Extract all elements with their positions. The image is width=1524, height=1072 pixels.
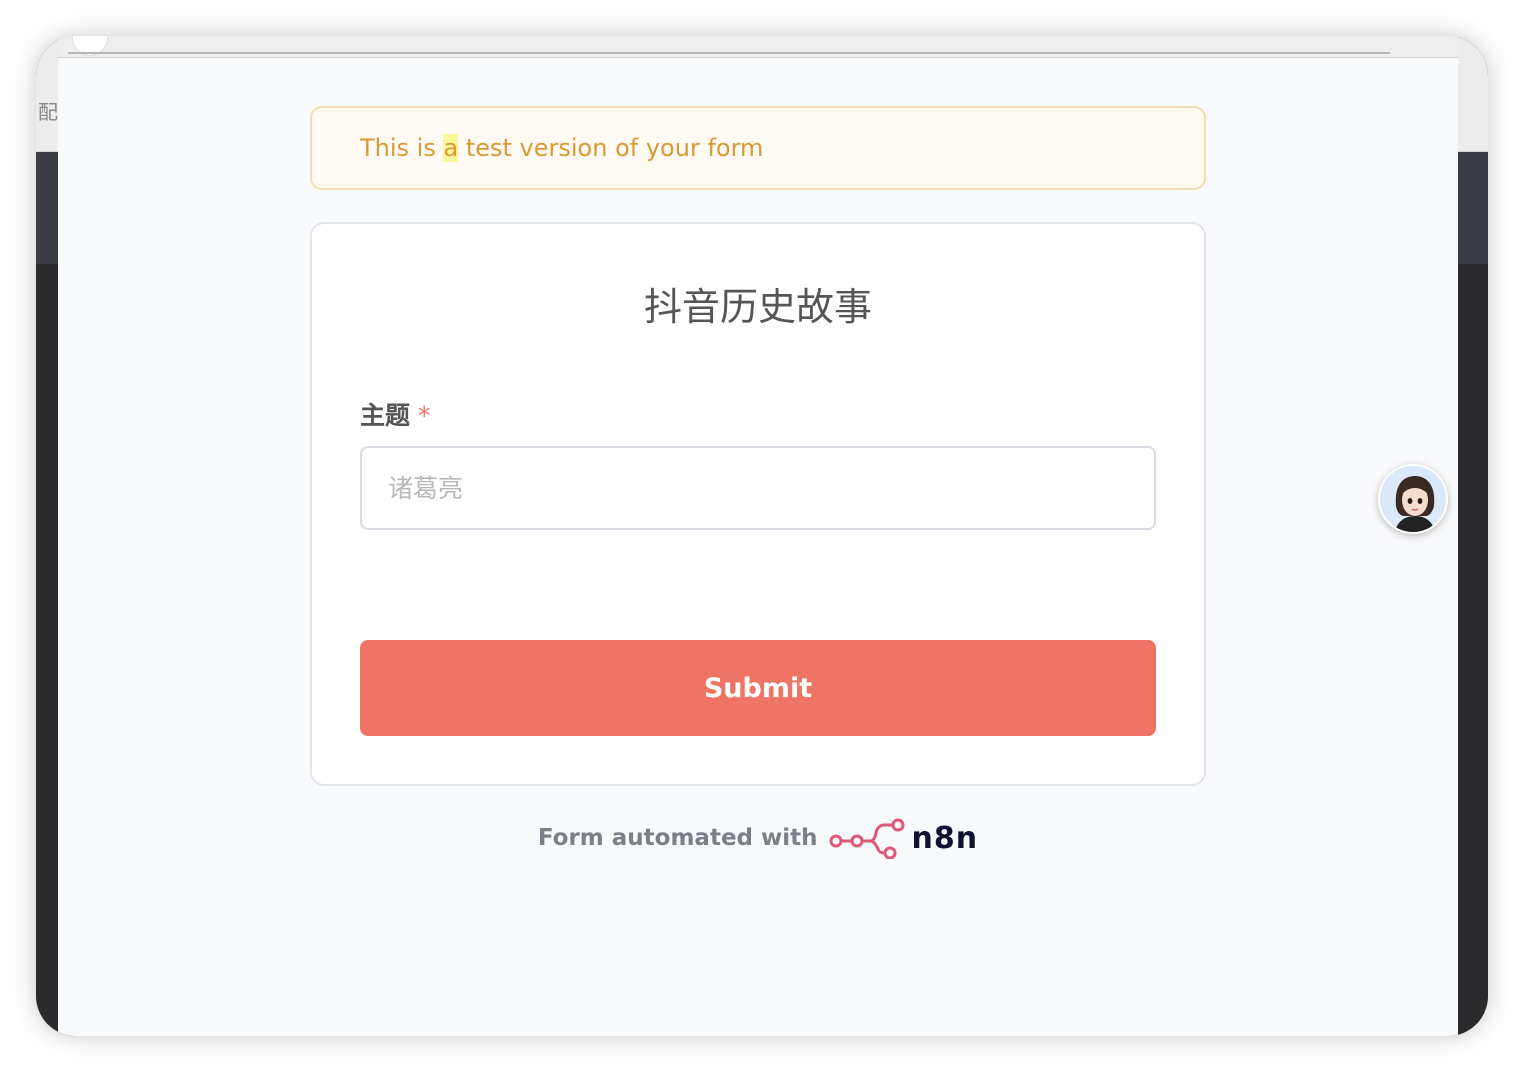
top-scroll-line	[68, 52, 1390, 54]
form-page: This is a test version of your form 抖音历史…	[58, 36, 1458, 1036]
form-title: 抖音历史故事	[643, 285, 872, 329]
topic-input[interactable]	[360, 446, 1156, 530]
form-card: 抖音历史故事 主题* Submit	[310, 222, 1206, 786]
n8n-brand-name: n8n	[911, 820, 979, 856]
test-version-banner: This is a test version of your form	[310, 106, 1206, 190]
banner-text-start: This is	[360, 134, 444, 162]
submit-button[interactable]: Submit	[360, 640, 1156, 736]
footer-text: Form automated with	[537, 825, 818, 851]
banner-text-highlight: a	[443, 134, 459, 162]
n8n-logo-icon	[829, 818, 905, 859]
footer: Form automated with n8n	[58, 816, 1458, 860]
required-asterisk: *	[418, 401, 431, 430]
background-text: 配	[38, 100, 58, 124]
n8n-logo-link[interactable]: n8n	[828, 817, 979, 859]
banner-text-end: test version of your form	[458, 134, 764, 162]
window-frame: 配 This is a test version of your form 抖音…	[36, 36, 1488, 1036]
assistant-avatar-icon[interactable]	[1378, 464, 1448, 534]
page-top-bar	[58, 36, 1458, 58]
topic-field-label: 主题 *	[360, 396, 431, 432]
topic-label-text: 主题	[360, 401, 411, 430]
